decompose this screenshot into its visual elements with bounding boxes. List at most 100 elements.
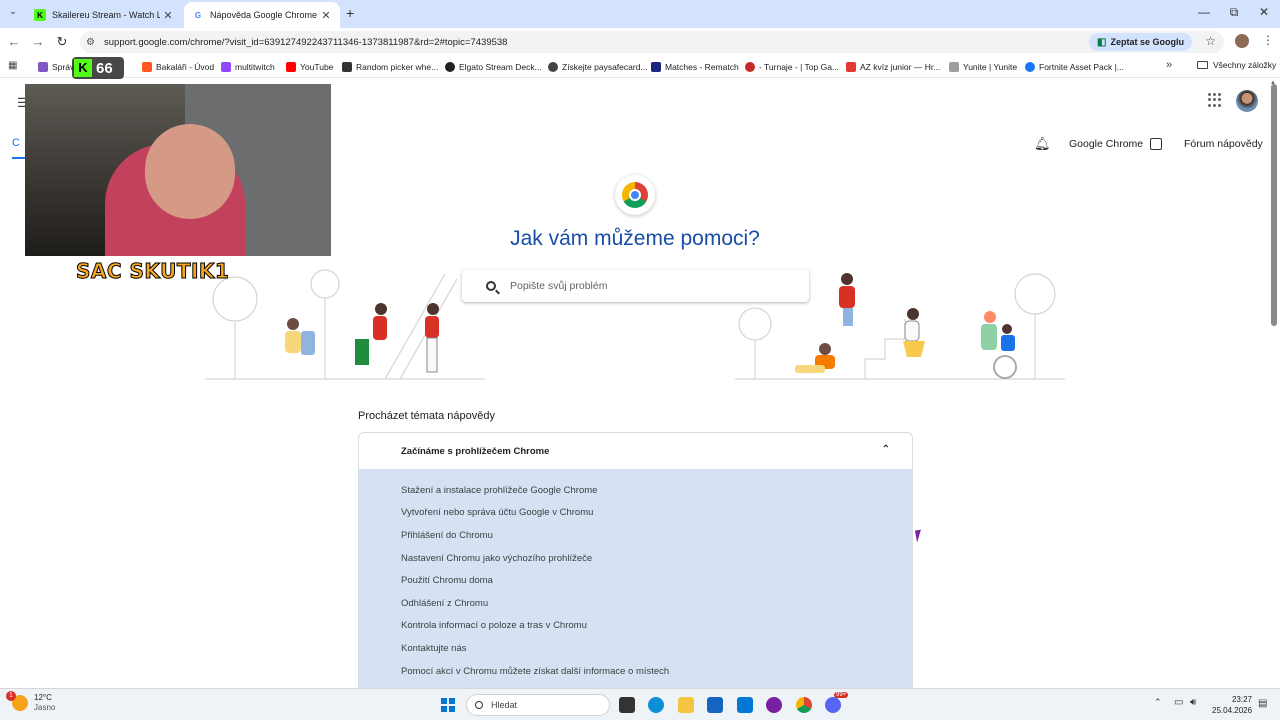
new-tab-button[interactable]: +	[346, 5, 354, 21]
address-bar[interactable]: ⚙ support.google.com/chrome/?visit_id=63…	[80, 31, 1224, 53]
youtube-icon	[286, 62, 296, 72]
facebook-icon	[1025, 62, 1035, 72]
edge-icon[interactable]	[648, 697, 664, 713]
viewer-count-badge: K 66	[72, 57, 124, 79]
bookmark-item[interactable]: Bakaláři - Úvod	[142, 60, 214, 74]
bookmark-item[interactable]: YouTube	[286, 60, 333, 74]
bookmarks-bar: ▦ Správ Bakaláři - Úvod multitwitch YouT…	[0, 56, 1280, 78]
site-info-icon[interactable]: ⚙	[86, 37, 100, 48]
volume-icon[interactable]: 🔊︎	[1190, 697, 1196, 708]
close-icon[interactable]: ✕	[318, 9, 334, 22]
more-bookmarks-button[interactable]: »	[1166, 59, 1172, 71]
discord-icon[interactable]: 99+	[825, 692, 849, 713]
page-scrollbar[interactable]	[1271, 84, 1277, 326]
help-forum-link[interactable]: Fórum nápovědy	[1184, 138, 1263, 150]
google-chrome-link[interactable]: Google Chrome	[1069, 138, 1163, 150]
close-icon[interactable]: ✕	[160, 9, 176, 22]
tab-title: Nápověda Google Chrome	[210, 10, 318, 20]
ask-google-label: Zeptat se Googlu	[1110, 37, 1184, 47]
topics-accordion: Začínáme s prohlížečem Chrome ⌃ Stažení …	[358, 432, 913, 688]
streamer-name: SAC SKUTIK1	[75, 259, 230, 284]
hero-title: Jak vám můžeme pomoci?	[510, 227, 760, 250]
close-window-button[interactable]: ✕	[1254, 5, 1274, 19]
weather-widget[interactable]: 1 12°C Jasno	[6, 691, 55, 713]
bookmark-item[interactable]: multitwitch	[221, 60, 275, 74]
accordion-header[interactable]: Začínáme s prohlížečem Chrome ⌃	[359, 433, 912, 469]
bookmark-label: Získejte paysafecard...	[562, 62, 648, 72]
lens-icon: ◧	[1097, 36, 1107, 48]
apps-grid-icon[interactable]: ▦	[8, 60, 17, 71]
taskbar-search[interactable]: Hledat	[466, 694, 610, 716]
network-icon[interactable]: ▭	[1174, 697, 1183, 708]
back-button[interactable]: ←	[6, 34, 22, 49]
google-apps-icon[interactable]	[1208, 93, 1222, 107]
weather-badge: 1	[6, 691, 16, 701]
bookmark-item[interactable]: Elgato Stream Deck...	[445, 60, 542, 74]
bookmark-label: Elgato Stream Deck...	[459, 62, 542, 72]
bookmark-favicon-icon	[142, 62, 152, 72]
windows-taskbar: 1 12°C Jasno Hledat 99+ ⌃ ▭ 🔊︎ 23:27 25.…	[0, 688, 1280, 720]
topic-link[interactable]: Kontaktujte nás	[359, 637, 912, 660]
app-icon[interactable]	[766, 697, 782, 713]
tab-search-chevron-icon[interactable]: ⌄	[6, 6, 20, 20]
bookmark-item[interactable]: Matches - Rematch	[651, 60, 739, 74]
viewer-count: 66	[96, 59, 113, 77]
bookmark-item[interactable]: Random picker whe...	[342, 60, 438, 74]
bookmark-item[interactable]: AZ kvíz junior — Hr...	[846, 60, 940, 74]
tab-kick-stream[interactable]: K Skailereu Stream - Watch Live o ✕	[26, 2, 182, 28]
profile-avatar[interactable]	[1235, 34, 1249, 48]
bookmark-item[interactable]: Fortnite Asset Pack |...	[1025, 60, 1124, 74]
chrome-taskbar-icon[interactable]	[796, 697, 812, 713]
search-icon	[486, 281, 496, 291]
bookmark-item[interactable]: Získejte paysafecard...	[548, 60, 648, 74]
google-chrome-link-label: Google Chrome	[1069, 138, 1144, 150]
minimize-button[interactable]: —	[1194, 5, 1214, 19]
bookmark-label: AZ kvíz junior — Hr...	[860, 62, 941, 72]
external-link-icon	[1150, 138, 1163, 150]
maximize-button[interactable]: ⧉	[1224, 5, 1244, 20]
tab-strip: ⌄ K Skailereu Stream - Watch Live o ✕ G …	[0, 0, 1280, 28]
help-search-box[interactable]: Popište svůj problém	[462, 270, 809, 302]
task-view-icon[interactable]	[619, 697, 635, 713]
url-text[interactable]: support.google.com/chrome/?visit_id=6391…	[104, 37, 507, 48]
topic-link[interactable]: Přihlášení do Chromu	[359, 524, 912, 547]
folder-icon	[1197, 61, 1208, 69]
bookmark-item[interactable]: Správ	[38, 60, 74, 74]
tab-title: Skailereu Stream - Watch Live o	[52, 10, 160, 20]
google-favicon-icon: G	[194, 10, 202, 20]
bookmark-item[interactable]: Yunite | Yunite	[949, 60, 1017, 74]
store-icon[interactable]	[707, 697, 723, 713]
file-explorer-icon[interactable]	[678, 697, 694, 713]
tray-chevron-icon[interactable]: ⌃	[1154, 697, 1162, 708]
ask-google-button[interactable]: ◧ Zeptat se Googlu	[1089, 33, 1192, 51]
topic-link[interactable]: Stažení a instalace prohlížeče Google Ch…	[359, 479, 912, 502]
topic-link[interactable]: Vytvoření nebo správa účtu Google v Chro…	[359, 502, 912, 525]
topic-link[interactable]: Kontrola informací o poloze a tras v Chr…	[359, 615, 912, 638]
topic-link[interactable]: Pomocí akcí v Chromu můžete získat další…	[359, 660, 912, 683]
outlook-icon[interactable]	[737, 697, 753, 713]
chevron-up-icon[interactable]: ⌃	[882, 444, 890, 455]
forward-button[interactable]: →	[30, 34, 46, 49]
notifications-bell-icon[interactable]: 🔔︎	[1034, 136, 1051, 152]
topic-link[interactable]: Nastavení Chromu jako výchozího prohlíže…	[359, 547, 912, 570]
kick-favicon-icon: K	[34, 9, 46, 21]
windows-start-icon[interactable]	[441, 698, 455, 712]
bookmark-star-icon[interactable]: ☆	[1205, 34, 1216, 48]
bookmark-label: multitwitch	[235, 62, 275, 72]
bookmark-favicon-icon	[745, 62, 755, 72]
bookmark-favicon-icon	[445, 62, 455, 72]
account-avatar[interactable]	[1236, 90, 1258, 112]
bookmark-label: YouTube	[300, 62, 334, 72]
bookmark-item[interactable]: - Turnaje - | Top Ga...	[745, 60, 839, 74]
topic-link[interactable]: Odhlášení z Chromu	[359, 592, 912, 615]
search-input[interactable]: Popište svůj problém	[510, 280, 607, 292]
all-bookmarks-button[interactable]: Všechny záložky	[1197, 60, 1276, 70]
bookmark-favicon-icon	[651, 62, 661, 72]
system-clock[interactable]: 23:27 25.04.2026	[1212, 694, 1252, 716]
reload-button[interactable]: ↻	[54, 34, 70, 50]
tab-product-chrome[interactable]: C	[12, 137, 26, 159]
tab-chrome-help[interactable]: G Nápověda Google Chrome ✕	[184, 2, 340, 28]
topic-link[interactable]: Použití Chromu doma	[359, 569, 912, 592]
notification-center-icon[interactable]: ▤	[1258, 698, 1267, 709]
more-menu-icon[interactable]: ⋮	[1262, 33, 1274, 47]
